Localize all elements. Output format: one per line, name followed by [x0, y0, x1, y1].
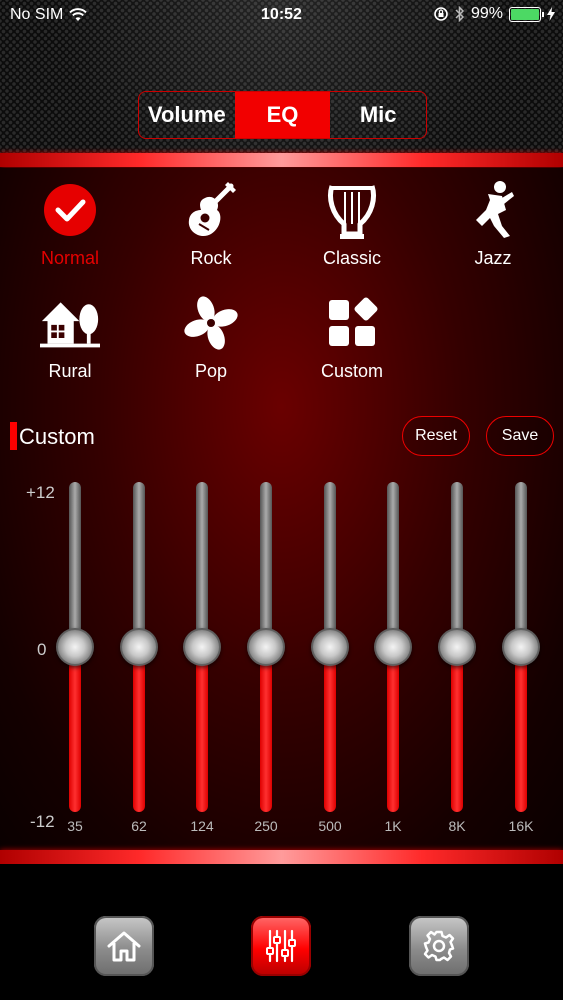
slider-fill	[324, 647, 336, 812]
lyre-icon	[322, 180, 382, 240]
slider-knob[interactable]	[374, 628, 412, 666]
check-icon	[40, 180, 100, 240]
dancer-icon	[463, 180, 523, 240]
preset-rural[interactable]: Rural	[15, 293, 125, 382]
save-button[interactable]: Save	[486, 416, 554, 456]
equalizer-icon	[266, 929, 296, 963]
rotation-lock-icon	[434, 7, 448, 21]
section-marker	[10, 422, 17, 450]
slider-knob[interactable]	[183, 628, 221, 666]
slider-knob[interactable]	[247, 628, 285, 666]
slider-fill	[260, 647, 272, 812]
tab-volume[interactable]: Volume	[139, 92, 235, 138]
freq-label: 62	[131, 818, 147, 834]
guitar-icon	[181, 180, 241, 240]
preset-label: Classic	[322, 248, 381, 268]
custom-section-title: Custom	[19, 424, 95, 449]
tab-eq[interactable]: EQ	[234, 92, 331, 138]
bottom-divider	[0, 850, 563, 864]
eq-slider-124[interactable]	[183, 482, 221, 812]
eq-slider-500[interactable]	[311, 482, 349, 812]
preset-rock[interactable]: Rock	[156, 180, 266, 269]
slider-fill	[196, 647, 208, 812]
freq-label: 500	[318, 818, 342, 834]
freq-label: 124	[190, 818, 214, 834]
gear-icon	[423, 930, 455, 962]
slider-track	[69, 482, 81, 647]
charging-icon	[547, 7, 555, 21]
slider-knob[interactable]	[311, 628, 349, 666]
eq-slider-8k[interactable]	[438, 482, 476, 812]
home-button[interactable]	[94, 916, 154, 976]
slider-track	[451, 482, 463, 647]
preset-label: Rock	[190, 248, 232, 268]
mode-segmented-control: Volume EQ Mic	[138, 91, 427, 139]
slider-track	[260, 482, 272, 647]
slider-track	[387, 482, 399, 647]
eq-slider-250[interactable]	[247, 482, 285, 812]
preset-label: Rural	[48, 361, 92, 381]
home-icon	[107, 931, 141, 962]
preset-jazz[interactable]: Jazz	[438, 180, 548, 269]
preset-label: Normal	[40, 248, 99, 268]
preset-label: Custom	[320, 361, 383, 381]
bluetooth-icon	[455, 6, 465, 22]
freq-label: 35	[67, 818, 83, 834]
eq-slider-1k[interactable]	[374, 482, 412, 812]
eq-slider-16k[interactable]	[502, 482, 540, 812]
scale-max-label: +12	[26, 483, 55, 502]
slider-track	[324, 482, 336, 647]
freq-label: 8K	[448, 818, 466, 834]
status-bar: No SIM 10:52 99%	[0, 0, 563, 30]
slider-knob[interactable]	[120, 628, 158, 666]
slider-fill	[515, 647, 527, 812]
slider-fill	[133, 647, 145, 812]
pinwheel-icon	[181, 293, 241, 353]
slider-knob[interactable]	[56, 628, 94, 666]
tab-mic[interactable]: Mic	[330, 92, 426, 138]
preset-normal[interactable]: Normal	[15, 180, 125, 269]
preset-label: Jazz	[474, 248, 512, 268]
freq-label: 250	[254, 818, 278, 834]
slider-knob[interactable]	[438, 628, 476, 666]
eq-slider-62[interactable]	[120, 482, 158, 812]
battery-percent: 99%	[470, 5, 503, 22]
reset-button[interactable]: Reset	[402, 416, 470, 456]
eq-slider-35[interactable]	[56, 482, 94, 812]
slider-track	[196, 482, 208, 647]
freq-label: 16K	[508, 818, 534, 834]
preset-label: Pop	[194, 361, 228, 381]
eq-panel	[0, 168, 563, 850]
preset-pop[interactable]: Pop	[156, 293, 266, 382]
slider-track	[133, 482, 145, 647]
slider-fill	[451, 647, 463, 812]
battery-icon	[509, 6, 544, 22]
house-tree-icon	[40, 293, 100, 353]
preset-classic[interactable]: Classic	[297, 180, 407, 269]
slider-track	[515, 482, 527, 647]
slider-fill	[69, 647, 81, 812]
slider-knob[interactable]	[502, 628, 540, 666]
scale-mid-label: 0	[37, 640, 47, 659]
top-divider	[0, 153, 563, 167]
slider-fill	[387, 647, 399, 812]
preset-custom[interactable]: Custom	[297, 293, 407, 382]
custom-shapes-icon	[322, 293, 382, 353]
equalizer-button[interactable]	[251, 916, 311, 976]
freq-label: 1K	[384, 818, 402, 834]
settings-button[interactable]	[409, 916, 469, 976]
